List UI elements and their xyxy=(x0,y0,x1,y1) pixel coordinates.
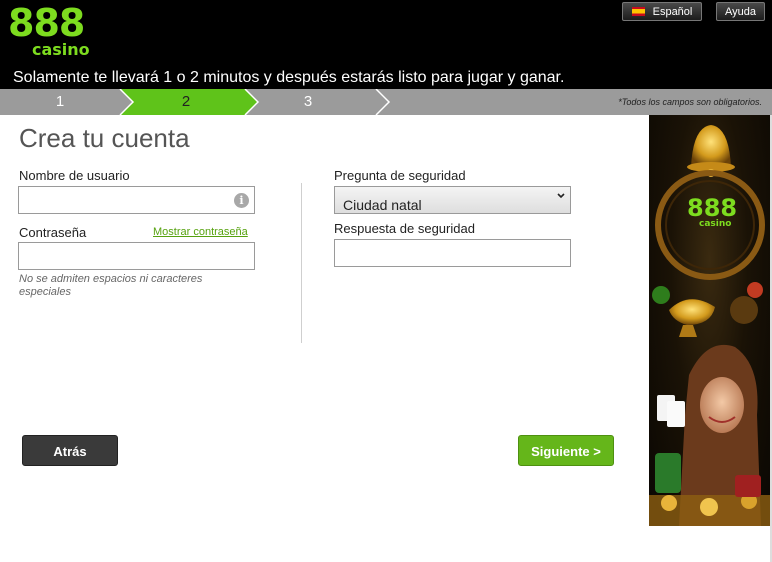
progress-steps: 1 2 3 *Todos los campos son obligatorios… xyxy=(0,89,772,115)
top-header: 888 casino Español Ayuda Solamente te ll… xyxy=(0,0,772,89)
help-button[interactable]: Ayuda xyxy=(716,2,765,21)
back-button[interactable]: Atrás xyxy=(22,435,118,466)
required-fields-note: *Todos los campos son obligatorios. xyxy=(618,97,762,107)
logo-casino: casino xyxy=(32,40,90,59)
security-answer-label: Respuesta de seguridad xyxy=(334,221,475,236)
security-question-value: Ciudad natal xyxy=(343,197,422,213)
next-button[interactable]: Siguiente > xyxy=(518,435,614,466)
chip-green xyxy=(652,286,670,304)
casino-ad-banner[interactable]: 888 casino xyxy=(649,115,770,526)
bell-icon xyxy=(687,125,735,177)
brand-logo[interactable]: 888 casino xyxy=(8,3,90,59)
step-3-divider xyxy=(375,89,391,115)
username-label: Nombre de usuario xyxy=(19,168,130,183)
username-input[interactable]: i xyxy=(18,186,255,214)
ad-logo-888: 888 xyxy=(687,194,738,222)
red-dice xyxy=(735,475,761,497)
password-label: Contraseña xyxy=(19,225,87,240)
show-password-link[interactable]: Mostrar contraseña xyxy=(153,226,248,238)
spain-flag-icon xyxy=(631,7,645,16)
ad-logo-casino: casino xyxy=(699,219,732,229)
tagline: Solamente te llevará 1 o 2 minutos y des… xyxy=(13,69,565,86)
step-3-label: 3 xyxy=(303,93,313,110)
chip-red xyxy=(747,282,763,298)
password-input[interactable] xyxy=(18,242,255,270)
coin xyxy=(661,495,677,511)
security-answer-input[interactable] xyxy=(334,239,571,267)
leprechaun-hat xyxy=(655,453,681,493)
security-question-label: Pregunta de seguridad xyxy=(334,168,466,183)
logo-888: 888 xyxy=(8,1,85,45)
page-title: Crea tu cuenta xyxy=(19,123,190,153)
language-label: Español xyxy=(652,6,693,18)
step-1-label: 1 xyxy=(55,93,65,110)
lamp-icon xyxy=(669,299,715,337)
coin xyxy=(700,498,718,516)
security-question-select[interactable]: Ciudad natal xyxy=(334,186,571,214)
column-divider xyxy=(301,183,302,343)
language-button[interactable]: Español xyxy=(622,2,702,21)
password-hint: No se admiten espacios ni caracteres esp… xyxy=(19,273,203,298)
dice-ball xyxy=(730,296,758,324)
chevron-down-icon xyxy=(557,193,565,199)
info-icon[interactable]: i xyxy=(234,193,249,208)
playing-cards xyxy=(657,395,685,427)
step-2-label: 2 xyxy=(181,93,191,110)
ad-artwork xyxy=(649,125,770,526)
